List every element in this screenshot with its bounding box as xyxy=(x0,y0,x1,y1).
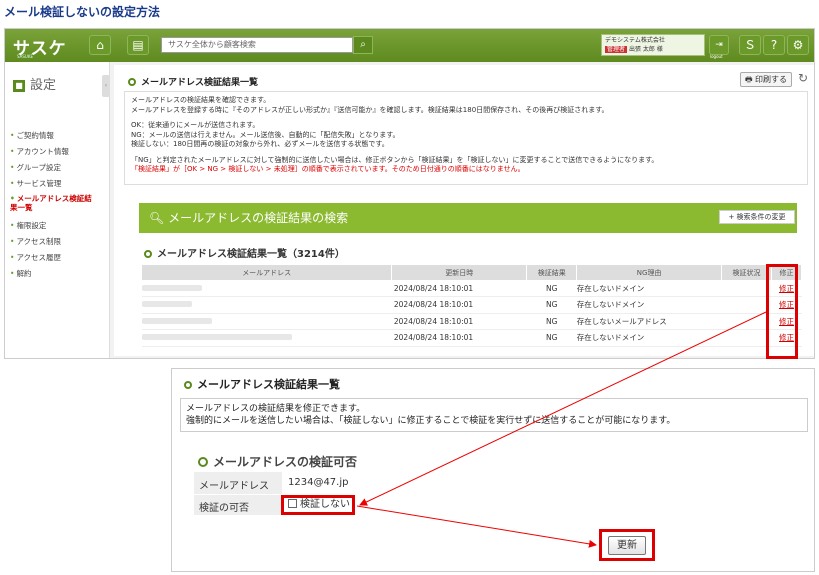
sidebar-title: ■ 設定 xyxy=(13,74,56,93)
desc-warning-line: 「検証結果」が［OK > NG > 検証しない > 未処理］の順番で表示されてい… xyxy=(131,165,525,173)
desc-line: 「NG」と判定されたメールアドレスに対して強制的に送信したい場合は、修正ボタンか… xyxy=(131,155,659,164)
main-content: メールアドレス検証結果一覧 🖶 印刷する ↻ メールアドレスの検証結果を確認でき… xyxy=(114,65,814,356)
app-logo-sub: SASUKE xyxy=(17,54,33,59)
memo-icon[interactable]: ▤ xyxy=(127,35,149,55)
company-name: デモシステム株式会社 xyxy=(605,37,665,44)
col-email: メールアドレス xyxy=(142,265,393,280)
print-button[interactable]: 🖶 印刷する xyxy=(740,72,792,87)
cell-date: 2024/08/24 18:10:01 xyxy=(391,280,527,297)
page-title: メール検証しないの設定方法 xyxy=(4,5,161,19)
settings-sidebar: ■ 設定 • ご契約情報 • アカウント情報 • グループ設定 • サービス管理 • メール… xyxy=(5,62,110,358)
desc-line: メールアドレスの検証結果を確認できます。 xyxy=(131,96,271,104)
user-info: デモシステム株式会社 管理者 出張 太郎 様 xyxy=(601,34,705,56)
blurred-email xyxy=(142,334,292,341)
cell-result: NG xyxy=(526,296,577,314)
table-row: 2024/08/24 18:10:01 NG 存在しないドメイン 修正 xyxy=(142,329,802,347)
main-heading: メールアドレス検証結果一覧 xyxy=(128,75,258,88)
gear-icon[interactable]: ⚙ xyxy=(787,35,809,55)
dialog-heading: メールアドレス検証結果一覧 xyxy=(184,376,340,392)
sasuke-icon[interactable]: Ｓ xyxy=(739,35,761,55)
dialog-desc-line: メールアドレスの検証結果を修正できます。 xyxy=(186,404,366,414)
top-navbar: サスケ SASUKE ⌂ ▤ サスケ全体から顧客検索 ⌕ デモシステム株式会社 … xyxy=(5,29,814,62)
col-result: 検証結果 xyxy=(526,265,578,280)
sidebar-collapse-handle[interactable]: ‹ xyxy=(102,75,110,97)
blurred-email xyxy=(142,301,192,308)
sidebar-item-cancel[interactable]: • 解約 xyxy=(10,268,31,279)
table-row: 2024/08/24 18:10:01 NG 存在しないドメイン 修正 xyxy=(142,296,802,314)
home-icon[interactable]: ⌂ xyxy=(89,35,111,55)
sidebar-item-account[interactable]: • アカウント情報 xyxy=(10,146,69,157)
cell-result: NG xyxy=(526,313,577,330)
dialog-desc-line: 強制的にメールを送信したい場合は、「検証しない」に修正することで検証を実行せずに… xyxy=(186,416,676,426)
sidebar-item-email-verification[interactable]: • メールアドレス検証結果一覧 xyxy=(10,194,96,212)
verify-label: 検証の可否 xyxy=(199,503,249,514)
results-table: メールアドレス 更新日時 検証結果 NG理由 検証状況 修正 2024/08/2… xyxy=(142,265,803,347)
search-bar-title: 🔍︎ メールアドレスの検証結果の検索 xyxy=(149,211,349,225)
list-heading: メールアドレス検証結果一覧（3214件） xyxy=(144,245,345,260)
admin-badge: 管理者 xyxy=(605,46,628,53)
logout-icon[interactable]: ⇥ xyxy=(709,35,729,55)
app-screenshot: サスケ SASUKE ⌂ ▤ サスケ全体から顧客検索 ⌕ デモシステム株式会社 … xyxy=(4,28,815,359)
cell-result: NG xyxy=(526,329,577,347)
change-search-button[interactable]: + 検索条件の変更 xyxy=(719,210,795,224)
update-button-highlight: 更新 xyxy=(599,529,655,561)
skip-verification-checkbox[interactable]: 検証しない xyxy=(281,495,355,515)
cell-date: 2024/08/24 18:10:01 xyxy=(391,329,527,347)
blurred-email xyxy=(142,317,212,324)
section-bullet-icon xyxy=(128,78,136,86)
checkbox-icon[interactable] xyxy=(288,499,297,508)
cell-reason: 存在しないドメイン xyxy=(576,329,722,347)
col-updated: 更新日時 xyxy=(391,265,528,280)
sidebar-item-group[interactable]: • グループ設定 xyxy=(10,162,61,173)
edit-dialog: メールアドレス検証結果一覧 メールアドレスの検証結果を修正できます。 強制的にメ… xyxy=(171,368,815,572)
section-bullet-icon xyxy=(198,457,208,467)
cell-reason: 存在しないメールアドレス xyxy=(576,313,722,330)
search-icon: 🔍︎ xyxy=(149,211,165,225)
global-search-input[interactable]: サスケ全体から顧客検索 xyxy=(161,37,353,53)
blurred-email xyxy=(142,284,202,291)
logout-label: logout xyxy=(710,54,723,59)
cell-result: NG xyxy=(526,280,577,297)
table-row: 2024/08/24 18:10:01 NG 存在しないドメイン 修正 xyxy=(142,280,802,297)
section-bullet-icon xyxy=(184,381,192,389)
desc-line: OK：従来通りにメールが送信されます。 xyxy=(131,121,260,129)
update-button[interactable]: 更新 xyxy=(608,536,646,555)
desc-line: メールアドレスを登録する時に『そのアドレスが正しい形式か』『送信可能か』を確認し… xyxy=(131,105,609,114)
section-bullet-icon xyxy=(144,250,152,258)
sidebar-item-contract[interactable]: • ご契約情報 xyxy=(10,130,54,141)
cell-reason: 存在しないドメイン xyxy=(576,296,722,314)
settings-icon: ■ xyxy=(13,80,25,92)
description-box: メールアドレスの検証結果を確認できます。 メールアドレスを登録する時に『そのアド… xyxy=(124,91,808,185)
desc-line: 検証しない：180日間再の検証の対象から外れ、必ずメールを送信する状態です。 xyxy=(131,140,389,148)
email-label: メールアドレス xyxy=(199,481,269,492)
cell-reason: 存在しないドメイン xyxy=(576,280,722,297)
sidebar-item-access-history[interactable]: • アクセス履歴 xyxy=(10,252,61,263)
refresh-icon[interactable]: ↻ xyxy=(798,71,808,85)
col-reason: NG理由 xyxy=(576,265,723,280)
sidebar-item-permissions[interactable]: • 権限設定 xyxy=(10,220,46,231)
desc-line: NG：メールの送信は行えません。メール送信後、自動的に「配信失敗」となります。 xyxy=(131,130,400,139)
sidebar-item-service[interactable]: • サービス管理 xyxy=(10,178,61,189)
edit-column-highlight xyxy=(766,264,798,359)
cell-date: 2024/08/24 18:10:01 xyxy=(391,313,527,330)
cell-date: 2024/08/24 18:10:01 xyxy=(391,296,527,314)
sidebar-item-access-restriction[interactable]: • アクセス制限 xyxy=(10,236,61,247)
help-icon[interactable]: ? xyxy=(763,35,785,55)
col-status: 検証状況 xyxy=(721,265,772,280)
email-value: 1234@47.jp xyxy=(288,477,349,488)
dialog-description: メールアドレスの検証結果を修正できます。 強制的にメールを送信したい場合は、「検… xyxy=(180,398,808,432)
search-icon[interactable]: ⌕ xyxy=(353,36,373,54)
user-name: 出張 太郎 様 xyxy=(628,46,663,53)
dialog-sub-heading: メールアドレスの検証可否 xyxy=(198,453,357,470)
table-row: 2024/08/24 18:10:01 NG 存在しないメールアドレス 修正 xyxy=(142,313,802,330)
search-bar: 🔍︎ メールアドレスの検証結果の検索 + 検索条件の変更 xyxy=(139,203,797,233)
